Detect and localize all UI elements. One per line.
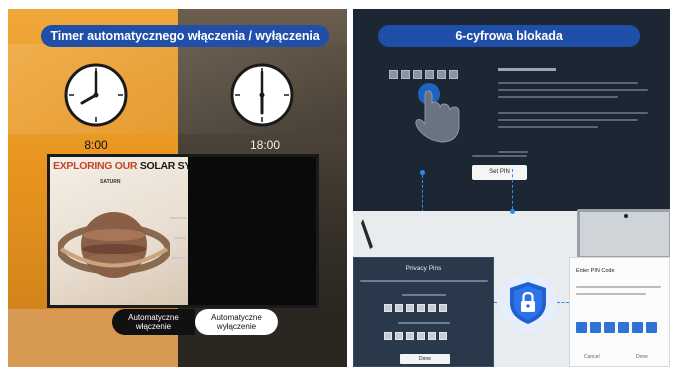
dialog-label-line [398,322,450,324]
pin-digit-box[interactable] [428,332,436,340]
tv-subtitle: SATURN [100,179,121,185]
privacy-dialog-title: Privacy Pins [405,265,442,272]
tv-stand-icon [361,219,373,249]
timer-title: Timer automatycznego włączenia / wyłącze… [41,25,329,47]
auto-on-option[interactable]: Automatyczne włączenie [112,309,195,335]
menu-text-line [498,151,528,153]
menu-text-line [498,89,648,91]
privacy-done-button[interactable]: Done [400,354,450,364]
auto-power-toggle[interactable]: Automatyczne włączenie Automatyczne wyłą… [112,309,278,335]
hand-pointer-icon [415,83,460,143]
menu-text-line [498,96,618,98]
pin-code-row [576,322,657,333]
done-button[interactable]: Done [636,354,648,360]
button-caption-line [472,155,527,157]
tv-headline: EXPLORING OUR SOLAR SYS [53,160,188,172]
menu-text-line [498,119,638,121]
dialog-text-line [576,293,646,295]
cancel-button[interactable]: Cancel [584,354,600,360]
pin-confirm-row [384,332,447,340]
pin-digit-box[interactable] [646,322,657,333]
pin-lock-panel: 6-cyfrowa blokada Set PIN Privacy Pins D… [353,9,670,367]
pin-key[interactable] [425,70,434,79]
pin-digit-box[interactable] [428,304,436,312]
pin-key[interactable] [449,70,458,79]
tv-screen-on: EXPLORING OUR SOLAR SYS SATURN [50,157,188,305]
connector-line [512,169,513,209]
tv-screen-off [188,157,316,305]
clock-off-time: 18:00 [249,138,281,152]
tv-decor-line [170,217,186,219]
pin-digit-box[interactable] [576,322,587,333]
pin-entry-row [384,304,447,312]
pin-digit-box[interactable] [406,332,414,340]
clock-off-icon [230,63,294,127]
tv-headline-part1: EXPLORING OUR [53,160,140,172]
connector-line [557,302,569,303]
clock-on-time: 8:00 [84,138,108,152]
tv-decor-line [174,237,186,239]
enter-pin-dialog: Enter PIN Code Cancel Done [569,257,670,367]
privacy-pin-dialog: Privacy Pins Done [353,257,494,367]
pin-digit-box[interactable] [417,332,425,340]
dialog-text-line [360,280,488,282]
dialog-label-line [402,294,446,296]
menu-text-line [498,126,598,128]
pin-key[interactable] [389,70,398,79]
tv-decor-line [172,257,186,259]
pin-digit-box[interactable] [590,322,601,333]
clock-on-icon [64,63,128,127]
pin-digit-box[interactable] [395,332,403,340]
menu-heading-bar [498,68,556,71]
wall-shade [8,44,347,134]
auto-off-option[interactable]: Automatyczne wyłączenie [195,309,278,335]
pin-digit-box[interactable] [604,322,615,333]
enter-pin-title: Enter PIN Code [576,268,615,274]
saturn-icon [58,212,170,278]
pin-key[interactable] [413,70,422,79]
dialog-text-line [576,286,661,288]
tablet-device [577,209,670,259]
tablet-camera [624,214,628,218]
pin-digit-box[interactable] [384,304,392,312]
pin-digit-box[interactable] [618,322,629,333]
pin-digit-box[interactable] [417,304,425,312]
pin-keys-row [389,70,458,79]
menu-text-line [498,112,648,114]
pin-digit-box[interactable] [439,332,447,340]
tv-display: EXPLORING OUR SOLAR SYS SATURN [47,154,319,308]
pin-digit-box[interactable] [632,322,643,333]
tv-headline-part2: SOLAR SYS [139,160,188,172]
pin-digit-box[interactable] [395,304,403,312]
pin-key[interactable] [401,70,410,79]
pin-digit-box[interactable] [406,304,414,312]
set-pin-button[interactable]: Set PIN [472,165,527,180]
pin-digit-box[interactable] [439,304,447,312]
auto-timer-panel: Timer automatycznego włączenia / wyłącze… [8,9,347,367]
connector-dot [510,209,515,214]
pin-digit-box[interactable] [384,332,392,340]
menu-text-line [498,82,638,84]
pin-key[interactable] [437,70,446,79]
lock-shield-icon [510,282,546,324]
pin-lock-title: 6-cyfrowa blokada [378,25,640,47]
